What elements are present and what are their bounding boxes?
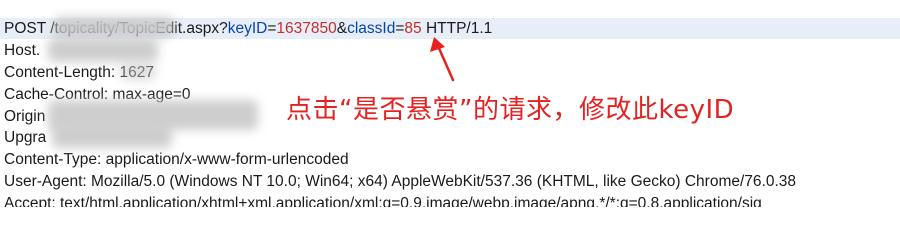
http-request-viewer: POST /topicality/TopicEdit.aspx?keyID=16… [0, 0, 900, 207]
annotation-text: 点击“是否悬赏”的请求，修改此keyID [286, 95, 735, 125]
